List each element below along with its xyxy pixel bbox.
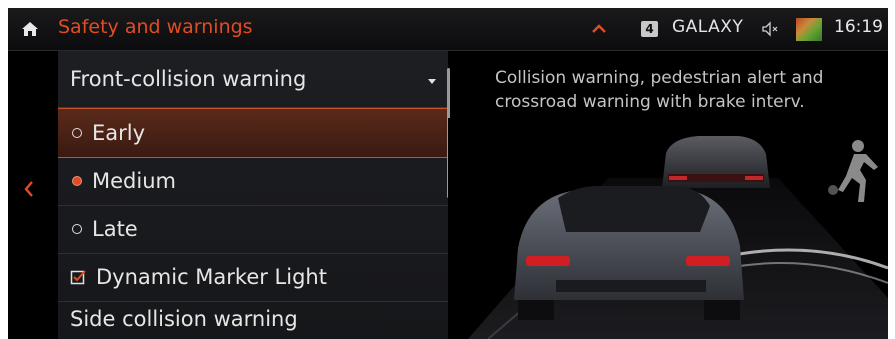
checkbox-label: Dynamic Marker Light bbox=[96, 265, 327, 289]
chevron-up-icon[interactable] bbox=[591, 16, 607, 45]
dynamic-marker-light-checkbox[interactable]: Dynamic Marker Light bbox=[58, 253, 448, 302]
section-label: Side collision warning bbox=[70, 307, 298, 331]
radio-station[interactable]: GALAXY bbox=[672, 17, 743, 37]
idrive-screen: Safety and warnings 4 GALAXY 16:19 Front… bbox=[8, 8, 888, 339]
page-title: Safety and warnings bbox=[58, 16, 253, 38]
option-label: Medium bbox=[92, 169, 176, 193]
collision-warning-illustration bbox=[448, 118, 888, 339]
radio-selected-icon bbox=[72, 176, 82, 186]
clock: 16:19 bbox=[834, 17, 883, 37]
status-bar: Safety and warnings 4 GALAXY 16:19 bbox=[8, 8, 888, 51]
option-late[interactable]: Late bbox=[58, 205, 448, 254]
speaker-mute-icon[interactable] bbox=[761, 20, 779, 42]
back-button[interactable] bbox=[22, 178, 36, 204]
option-early[interactable]: Early bbox=[58, 108, 448, 158]
home-icon bbox=[22, 22, 38, 36]
settings-list: Front-collision warning Early Medium Lat… bbox=[58, 51, 448, 339]
chevron-down-icon bbox=[428, 79, 436, 84]
checkbox-checked-icon bbox=[70, 270, 86, 285]
front-collision-dropdown[interactable]: Front-collision warning bbox=[58, 51, 448, 108]
home-button[interactable] bbox=[8, 8, 52, 50]
radio-icon bbox=[72, 224, 82, 234]
dropdown-label: Front-collision warning bbox=[70, 67, 307, 91]
description-text: Collision warning, pedestrian alert and … bbox=[495, 68, 824, 112]
option-label: Late bbox=[92, 217, 138, 241]
option-label: Early bbox=[92, 121, 146, 145]
profile-avatar[interactable] bbox=[796, 18, 822, 41]
preset-badge: 4 bbox=[641, 21, 658, 37]
chevron-left-icon bbox=[24, 181, 33, 197]
radio-icon bbox=[72, 128, 82, 138]
option-medium[interactable]: Medium bbox=[58, 157, 448, 206]
side-collision-item[interactable]: Side collision warning bbox=[58, 301, 448, 339]
